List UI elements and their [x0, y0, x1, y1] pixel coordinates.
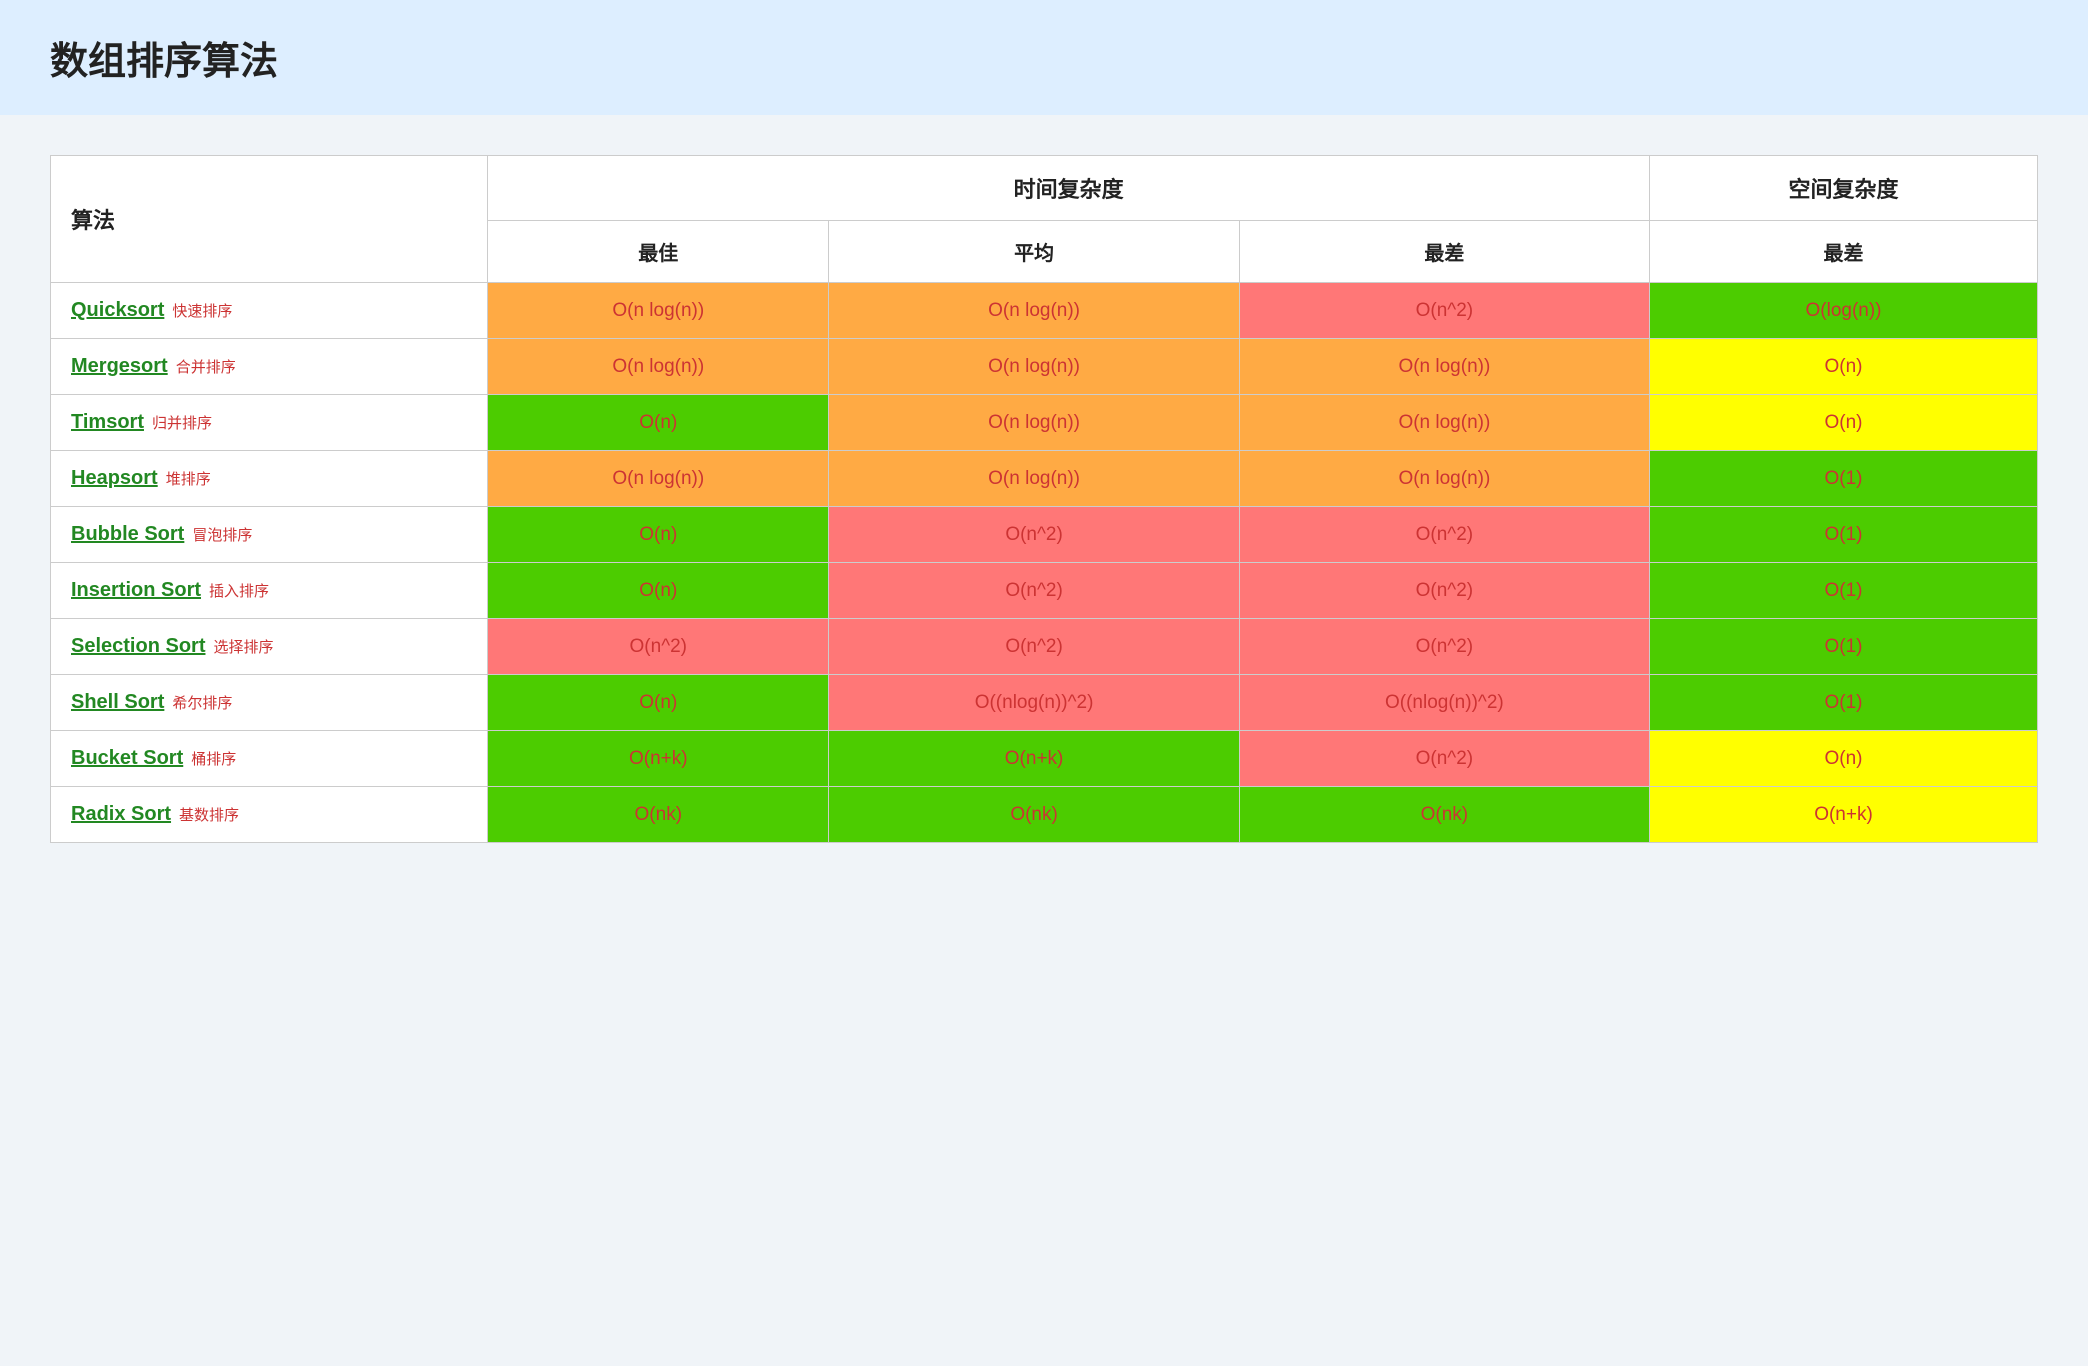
algo-cell: Quicksort 快速排序 — [51, 283, 488, 339]
avg-complexity: O(n+k) — [829, 731, 1239, 787]
best-complexity: O(n) — [488, 675, 829, 731]
avg-complexity: O(nk) — [829, 787, 1239, 843]
worst-space-complexity: O(1) — [1650, 507, 2038, 563]
table-row: Mergesort合并排序O(n log(n))O(n log(n))O(n l… — [51, 339, 2038, 395]
algo-cell: Bucket Sort 桶排序 — [51, 731, 488, 787]
worst-space-complexity: O(n) — [1650, 339, 2038, 395]
worst-time-complexity: O(n log(n)) — [1239, 395, 1649, 451]
avg-complexity: O(n log(n)) — [829, 339, 1239, 395]
worst-time-complexity: O(n^2) — [1239, 507, 1649, 563]
best-complexity: O(n log(n)) — [488, 339, 829, 395]
algo-chinese: 快速排序 — [172, 303, 232, 320]
best-complexity: O(n) — [488, 507, 829, 563]
avg-complexity: O(n^2) — [829, 619, 1239, 675]
table-row: Radix Sort基数排序O(nk)O(nk)O(nk)O(n+k) — [51, 787, 2038, 843]
worst-space-complexity: O(1) — [1650, 619, 2038, 675]
worst-space-complexity: O(1) — [1650, 451, 2038, 507]
avg-complexity: O(n^2) — [829, 507, 1239, 563]
worst-space-complexity: O(n) — [1650, 731, 2038, 787]
worst-time-complexity: O(n log(n)) — [1239, 451, 1649, 507]
sub-header-best: 最佳 — [488, 221, 829, 283]
worst-time-complexity: O((nlog(n))^2) — [1239, 675, 1649, 731]
table-row: Insertion Sort插入排序O(n)O(n^2)O(n^2)O(1) — [51, 563, 2038, 619]
worst-time-complexity: O(n^2) — [1239, 283, 1649, 339]
algo-name[interactable]: Insertion Sort — [71, 579, 201, 601]
algo-name[interactable]: Timsort — [71, 411, 144, 433]
table-row: Selection Sort选择排序O(n^2)O(n^2)O(n^2)O(1) — [51, 619, 2038, 675]
worst-time-complexity: O(n^2) — [1239, 619, 1649, 675]
best-complexity: O(n log(n)) — [488, 451, 829, 507]
algo-chinese: 希尔排序 — [172, 695, 232, 712]
worst-time-complexity: O(n^2) — [1239, 731, 1649, 787]
algo-cell: Timsort 归并排序 — [51, 395, 488, 451]
algo-name[interactable]: Mergesort — [71, 355, 168, 377]
best-complexity: O(n) — [488, 395, 829, 451]
algo-chinese: 合并排序 — [176, 359, 236, 376]
best-complexity: O(nk) — [488, 787, 829, 843]
algo-chinese: 冒泡排序 — [192, 527, 252, 544]
table-row: Heapsort堆排序O(n log(n))O(n log(n))O(n log… — [51, 451, 2038, 507]
algo-cell: Mergesort 合并排序 — [51, 339, 488, 395]
avg-complexity: O(n^2) — [829, 563, 1239, 619]
algo-name[interactable]: Bubble Sort — [71, 523, 184, 545]
algo-name[interactable]: Shell Sort — [71, 691, 164, 713]
table-body: Quicksort快速排序O(n log(n))O(n log(n))O(n^2… — [51, 283, 2038, 843]
avg-complexity: O(n log(n)) — [829, 283, 1239, 339]
algo-name[interactable]: Selection Sort — [71, 635, 205, 657]
col-header-space: 空间复杂度 — [1650, 156, 2038, 221]
best-complexity: O(n^2) — [488, 619, 829, 675]
worst-space-complexity: O(n) — [1650, 395, 2038, 451]
worst-time-complexity: O(n log(n)) — [1239, 339, 1649, 395]
avg-complexity: O(n log(n)) — [829, 451, 1239, 507]
algo-cell: Bubble Sort 冒泡排序 — [51, 507, 488, 563]
table-row: Shell Sort希尔排序O(n)O((nlog(n))^2)O((nlog(… — [51, 675, 2038, 731]
algo-name[interactable]: Quicksort — [71, 299, 164, 321]
algo-chinese: 基数排序 — [179, 807, 239, 824]
worst-space-complexity: O(1) — [1650, 675, 2038, 731]
algo-name[interactable]: Bucket Sort — [71, 747, 183, 769]
worst-time-complexity: O(nk) — [1239, 787, 1649, 843]
header-group-row: 算法 时间复杂度 空间复杂度 — [51, 156, 2038, 221]
best-complexity: O(n+k) — [488, 731, 829, 787]
table-row: Quicksort快速排序O(n log(n))O(n log(n))O(n^2… — [51, 283, 2038, 339]
algo-cell: Shell Sort 希尔排序 — [51, 675, 488, 731]
col-header-time: 时间复杂度 — [488, 156, 1650, 221]
algo-chinese: 选择排序 — [213, 639, 273, 656]
algo-cell: Insertion Sort 插入排序 — [51, 563, 488, 619]
algo-cell: Heapsort 堆排序 — [51, 451, 488, 507]
worst-space-complexity: O(n+k) — [1650, 787, 2038, 843]
avg-complexity: O(n log(n)) — [829, 395, 1239, 451]
algo-chinese: 归并排序 — [152, 415, 212, 432]
col-header-algo: 算法 — [51, 156, 488, 283]
table-row: Bucket Sort桶排序O(n+k)O(n+k)O(n^2)O(n) — [51, 731, 2038, 787]
algo-name[interactable]: Radix Sort — [71, 803, 171, 825]
page-title: 数组排序算法 — [50, 30, 2038, 85]
algo-chinese: 插入排序 — [209, 583, 269, 600]
algo-chinese: 桶排序 — [191, 751, 236, 768]
algo-chinese: 堆排序 — [166, 471, 211, 488]
sub-header-worst-space: 最差 — [1650, 221, 2038, 283]
algo-name[interactable]: Heapsort — [71, 467, 158, 489]
algo-cell: Selection Sort 选择排序 — [51, 619, 488, 675]
best-complexity: O(n log(n)) — [488, 283, 829, 339]
complexity-table: 算法 时间复杂度 空间复杂度 最佳 平均 最差 最差 Quicksort 快速排序… — [50, 155, 2038, 843]
worst-space-complexity: O(log(n)) — [1650, 283, 2038, 339]
algo-cell: Radix Sort 基数排序 — [51, 787, 488, 843]
best-complexity: O(n) — [488, 563, 829, 619]
content-area: 算法 时间复杂度 空间复杂度 最佳 平均 最差 最差 Quicksort 快速排序… — [0, 115, 2088, 883]
worst-space-complexity: O(1) — [1650, 563, 2038, 619]
table-row: Timsort归并排序O(n)O(n log(n))O(n log(n))O(n… — [51, 395, 2038, 451]
avg-complexity: O((nlog(n))^2) — [829, 675, 1239, 731]
table-row: Bubble Sort冒泡排序O(n)O(n^2)O(n^2)O(1) — [51, 507, 2038, 563]
sub-header-worst-time: 最差 — [1239, 221, 1649, 283]
worst-time-complexity: O(n^2) — [1239, 563, 1649, 619]
page-header: 数组排序算法 — [0, 0, 2088, 115]
sub-header-avg: 平均 — [829, 221, 1239, 283]
